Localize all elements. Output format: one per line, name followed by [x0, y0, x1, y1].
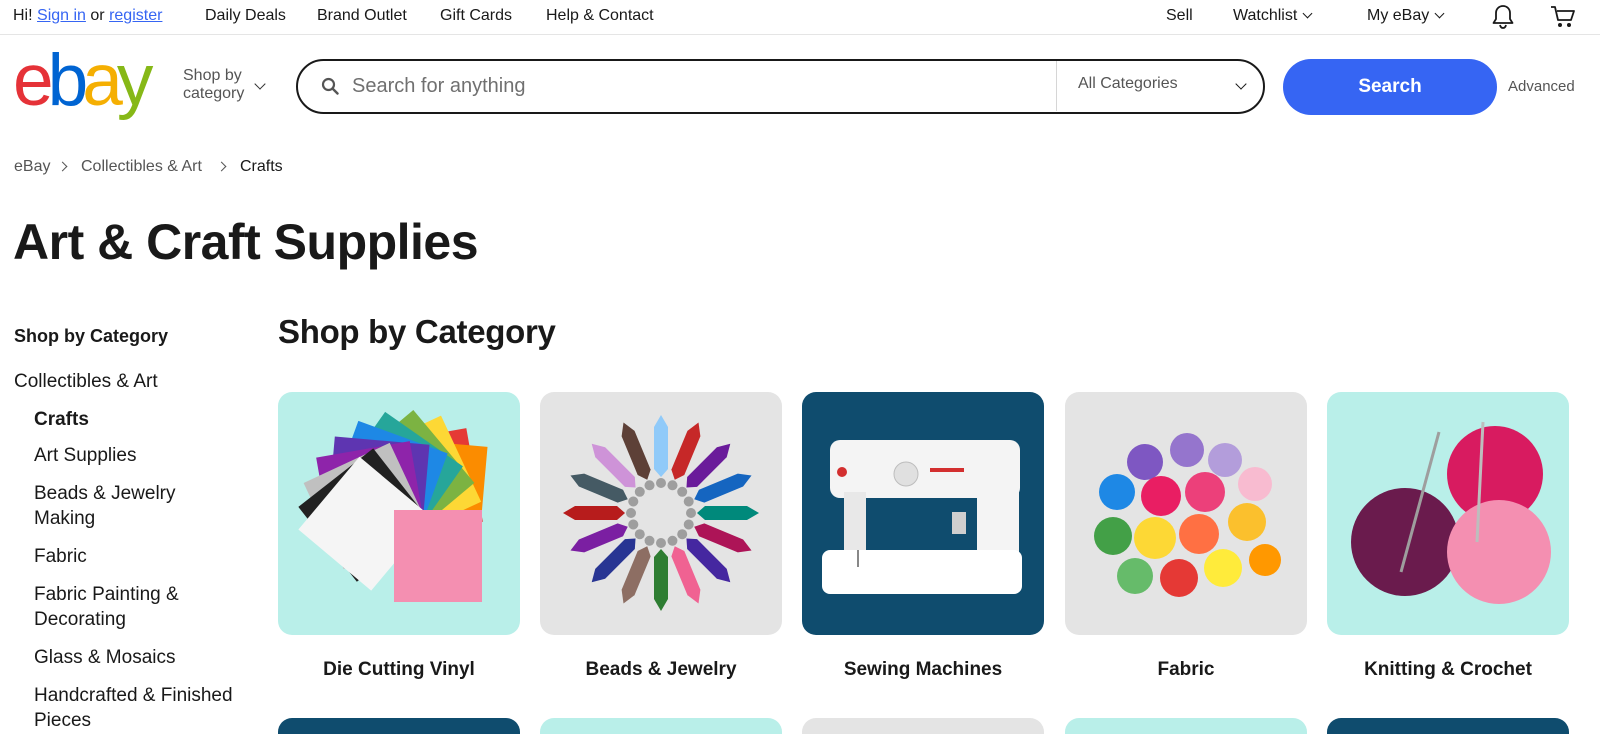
register-link[interactable]: register [109, 7, 162, 24]
search-input[interactable] [352, 65, 1052, 107]
or-text: or [90, 7, 105, 24]
advanced-search-link[interactable]: Advanced [1508, 78, 1575, 95]
shop-by-line2: category [183, 85, 245, 102]
watchlist-menu[interactable]: Watchlist [1233, 7, 1313, 25]
chevron-down-icon [1302, 8, 1313, 19]
breadcrumb-collectibles-art[interactable]: Collectibles & Art [81, 158, 202, 176]
my-ebay-menu[interactable]: My eBay [1367, 7, 1445, 25]
sewing-machine-icon [822, 440, 1022, 594]
category-tile-sewing-machines[interactable] [802, 392, 1044, 635]
sidebar-item-label: Handcrafted & Finished [34, 685, 233, 706]
category-tile[interactable] [1327, 718, 1569, 734]
fabric-rolls-icon [1094, 433, 1281, 597]
category-tile[interactable] [802, 718, 1044, 734]
sidebar-item-label: Decorating [34, 609, 126, 630]
greeting-text: Hi! [13, 7, 33, 24]
category-tile-fabric[interactable] [1065, 392, 1307, 635]
chevron-down-icon [254, 78, 266, 90]
chevron-down-icon [1434, 8, 1445, 19]
chevron-right-icon [216, 161, 227, 172]
sidebar-item-beads-jewelry-making[interactable]: Beads & Jewelry Making [34, 481, 176, 531]
sidebar-item-handcrafted[interactable]: Handcrafted & Finished Pieces [34, 683, 233, 733]
sidebar-item-label: Beads & Jewelry [34, 483, 176, 504]
breadcrumb-crafts: Crafts [240, 158, 283, 175]
shop-by-line1: Shop by [183, 67, 242, 84]
category-tile-die-cutting-vinyl[interactable] [278, 392, 520, 635]
chevron-right-icon [57, 161, 68, 172]
sidebar-item-crafts: Crafts [34, 409, 89, 430]
sidebar-item-art-supplies[interactable]: Art Supplies [34, 443, 136, 468]
bell-icon[interactable] [1491, 4, 1515, 30]
category-tile-beads-jewelry[interactable] [540, 392, 782, 635]
my-ebay-label: My eBay [1367, 7, 1430, 24]
logo-letter-a: a [82, 40, 123, 121]
logo-letter-e: e [13, 40, 54, 121]
tile-label[interactable]: Beads & Jewelry [540, 659, 782, 681]
brand-outlet-link[interactable]: Brand Outlet [317, 7, 407, 25]
category-tile[interactable] [278, 718, 520, 734]
ebay-logo[interactable]: ebay [13, 40, 163, 121]
category-tile[interactable] [540, 718, 782, 734]
category-tile[interactable] [1065, 718, 1307, 734]
help-contact-link[interactable]: Help & Contact [546, 7, 654, 25]
logo-letter-y: y [116, 40, 153, 121]
tile-label[interactable]: Knitting & Crochet [1327, 659, 1569, 681]
crystal-pendants-icon [563, 415, 759, 611]
sidebar-item-collectibles-art[interactable]: Collectibles & Art [14, 369, 158, 394]
cart-icon[interactable] [1550, 5, 1576, 29]
breadcrumb-ebay[interactable]: eBay [14, 158, 50, 176]
sidebar-item-label: Fabric Painting & [34, 584, 179, 605]
sidebar-item-glass-mosaics[interactable]: Glass & Mosaics [34, 645, 175, 670]
top-utility-bar: Hi! Sign in or register Daily Deals Bran… [0, 0, 1600, 35]
sidebar-item-label: Making [34, 508, 96, 529]
tile-label[interactable]: Die Cutting Vinyl [278, 659, 520, 681]
section-heading: Shop by Category [278, 313, 556, 350]
tile-label[interactable]: Fabric [1065, 659, 1307, 681]
sidebar-item-fabric[interactable]: Fabric [34, 544, 87, 569]
yarn-balls-icon [1351, 421, 1551, 604]
sell-link[interactable]: Sell [1166, 7, 1193, 25]
sidebar-item-label: Pieces [34, 710, 92, 731]
logo-letter-b: b [47, 40, 89, 121]
category-select[interactable]: All Categories [1078, 75, 1178, 93]
daily-deals-link[interactable]: Daily Deals [205, 7, 286, 25]
sidebar-heading: Shop by Category [14, 326, 169, 346]
search-divider [1056, 61, 1057, 111]
shop-by-category-button[interactable]: Shop by category [183, 67, 244, 103]
sidebar-item-fabric-painting[interactable]: Fabric Painting & Decorating [34, 582, 179, 632]
greeting: Hi! Sign in or register [13, 7, 162, 25]
sign-in-link[interactable]: Sign in [37, 7, 86, 24]
search-icon [321, 77, 339, 95]
watchlist-label: Watchlist [1233, 7, 1298, 24]
tile-label[interactable]: Sewing Machines [802, 659, 1044, 681]
category-tile-knitting-crochet[interactable] [1327, 392, 1569, 635]
vinyl-fan-icon [298, 410, 488, 602]
page-title: Art & Craft Supplies [13, 214, 479, 270]
search-button[interactable]: Search [1283, 59, 1497, 115]
gift-cards-link[interactable]: Gift Cards [440, 7, 512, 25]
